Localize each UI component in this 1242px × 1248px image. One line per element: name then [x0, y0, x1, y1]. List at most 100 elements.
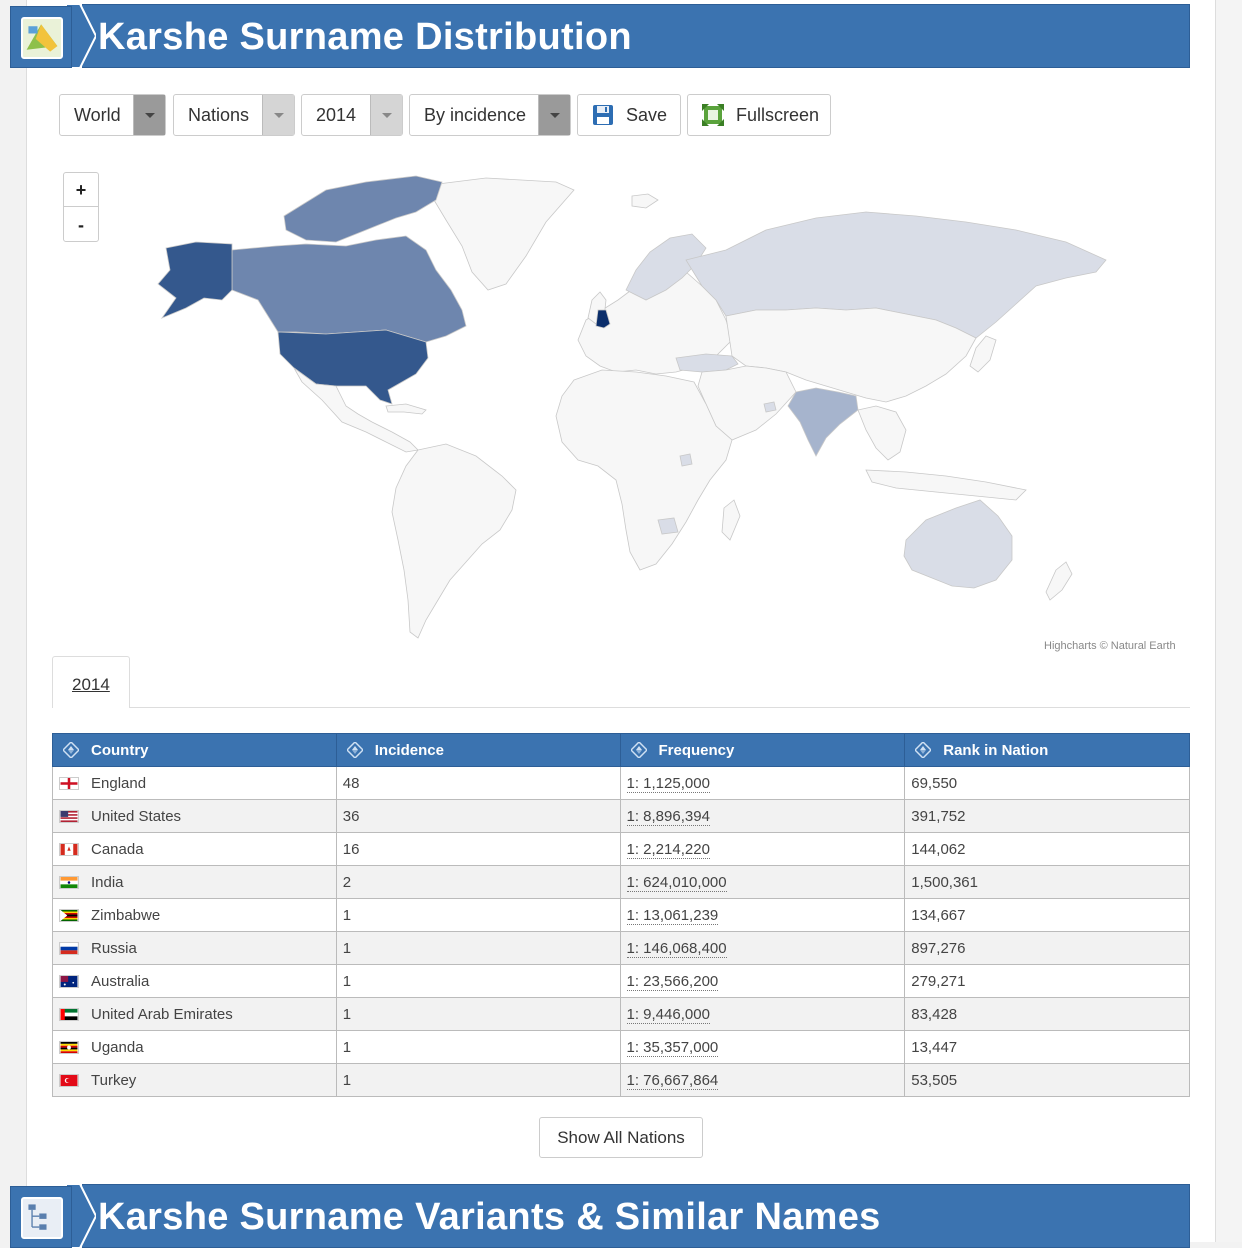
fullscreen-icon: [702, 104, 724, 126]
variants-section-icon-box: [10, 1186, 72, 1248]
frequency-value[interactable]: 1: 9,446,000: [626, 1005, 710, 1024]
country-name: Zimbabwe: [91, 906, 161, 924]
country-name: England: [91, 774, 147, 792]
cell-country: Russia: [52, 931, 337, 965]
metric-select-value: By incidence: [424, 105, 527, 125]
country-name: Turkey: [91, 1071, 137, 1089]
fullscreen-button[interactable]: Fullscreen: [687, 94, 831, 136]
iceland-region: [631, 193, 659, 209]
cell-incidence: 1: [335, 898, 621, 932]
cell-rank: 391,752: [904, 799, 1190, 833]
region-select-value: World: [74, 105, 121, 125]
map-zoom-control: + -: [63, 172, 99, 242]
cell-frequency: 1: 23,566,200: [619, 964, 906, 998]
save-button-label: Save: [626, 105, 668, 125]
canada-arctic-islands: [283, 175, 443, 243]
usa-region: [277, 329, 429, 405]
new-zealand-region: [1045, 561, 1073, 601]
cell-incidence: 1: [335, 1030, 621, 1064]
cell-rank: 13,447: [904, 1030, 1190, 1064]
chevron-down-icon: [370, 95, 402, 135]
sort-icon: [630, 742, 647, 758]
zoom-in-button[interactable]: +: [64, 173, 98, 207]
cell-country: India: [52, 865, 337, 899]
page-gutter: [1216, 0, 1242, 1242]
turkey-flag-icon: [59, 1074, 79, 1087]
southeast-asia-region: [857, 405, 907, 461]
fullscreen-button-label: Fullscreen: [736, 105, 820, 125]
frequency-value[interactable]: 1: 13,061,239: [626, 906, 719, 925]
frequency-value[interactable]: 1: 23,566,200: [626, 972, 719, 991]
cell-incidence: 1: [335, 931, 621, 965]
uganda-region: [679, 453, 693, 467]
frequency-value[interactable]: 1: 624,010,000: [626, 873, 727, 892]
table-row: India 2 1: 624,010,000 1,500,361: [52, 865, 1190, 899]
chevron-down-icon: [538, 95, 570, 135]
tab-2014-label: 2014: [72, 675, 110, 694]
cell-country: Zimbabwe: [52, 898, 337, 932]
header-frequency-label: Frequency: [658, 741, 735, 759]
frequency-value[interactable]: 1: 2,214,220: [626, 840, 710, 859]
uganda-flag-icon: [59, 1041, 79, 1054]
canada-flag-icon: [59, 843, 79, 856]
cell-incidence: 36: [335, 799, 621, 833]
country-name: Uganda: [91, 1038, 144, 1056]
frequency-value[interactable]: 1: 8,896,394: [626, 807, 710, 826]
madagascar-region: [721, 499, 741, 541]
distribution-title: Karshe Surname Distribution: [98, 16, 632, 58]
sort-icon: [63, 742, 79, 758]
frequency-value[interactable]: 1: 35,357,000: [626, 1038, 719, 1057]
cell-frequency: 1: 9,446,000: [619, 997, 906, 1031]
tab-2014[interactable]: 2014: [52, 656, 130, 708]
zoom-out-button[interactable]: -: [64, 208, 98, 242]
uae-region: [763, 401, 777, 413]
table-row: Canada 16 1: 2,214,220 144,062: [52, 832, 1190, 866]
canada-region: [231, 235, 467, 343]
india-flag-icon: [59, 876, 79, 889]
year-select[interactable]: 2014: [301, 94, 403, 136]
cell-incidence: 16: [335, 832, 621, 866]
zimbabwe-region: [657, 517, 679, 535]
country-name: United Arab Emirates: [91, 1005, 233, 1023]
frequency-value[interactable]: 1: 1,125,000: [626, 774, 710, 793]
cell-frequency: 1: 146,068,400: [619, 931, 906, 965]
frequency-value[interactable]: 1: 76,667,864: [626, 1071, 719, 1090]
cell-incidence: 2: [335, 865, 621, 899]
table-row: Zimbabwe 1 1: 13,061,239 134,667: [52, 898, 1190, 932]
header-frequency[interactable]: Frequency: [619, 733, 906, 767]
region-select[interactable]: World: [59, 94, 166, 136]
cell-country: Turkey: [52, 1063, 337, 1097]
variants-title: Karshe Surname Variants & Similar Names: [98, 1196, 881, 1238]
map-icon: [21, 17, 63, 59]
tree-list-icon: [21, 1197, 63, 1239]
cell-country: Canada: [52, 832, 337, 866]
table-row: United States 36 1: 8,896,394 391,752: [52, 799, 1190, 833]
cell-frequency: 1: 624,010,000: [619, 865, 906, 899]
cell-rank: 134,667: [904, 898, 1190, 932]
level-select[interactable]: Nations: [173, 94, 295, 136]
distribution-header: Karshe Surname Distribution: [10, 4, 1190, 68]
show-all-nations-button[interactable]: Show All Nations: [539, 1117, 703, 1158]
south-america-region: [391, 443, 517, 639]
table-row: England 48 1: 1,125,000 69,550: [52, 766, 1190, 800]
alaska-region: [157, 241, 233, 319]
metric-select[interactable]: By incidence: [409, 94, 571, 136]
frequency-value[interactable]: 1: 146,068,400: [626, 939, 727, 958]
map-credits[interactable]: Highcharts © Natural Earth: [1044, 640, 1176, 652]
country-name: Canada: [91, 840, 144, 858]
cell-rank: 69,550: [904, 766, 1190, 800]
cell-country: United States: [52, 799, 337, 833]
cell-country: England: [52, 766, 337, 800]
table-row: Uganda 1 1: 35,357,000 13,447: [52, 1030, 1190, 1064]
header-country-label: Country: [91, 741, 149, 759]
cell-incidence: 48: [335, 766, 621, 800]
cell-rank: 897,276: [904, 931, 1190, 965]
table-row: Turkey 1 1: 76,667,864 53,505: [52, 1063, 1190, 1097]
header-rank[interactable]: Rank in Nation: [904, 733, 1190, 767]
save-button[interactable]: Save: [577, 94, 681, 136]
header-country[interactable]: Country: [52, 733, 337, 767]
sort-icon: [346, 742, 363, 758]
table-row: Russia 1 1: 146,068,400 897,276: [52, 931, 1190, 965]
header-incidence[interactable]: Incidence: [335, 733, 621, 767]
cell-frequency: 1: 8,896,394: [619, 799, 906, 833]
